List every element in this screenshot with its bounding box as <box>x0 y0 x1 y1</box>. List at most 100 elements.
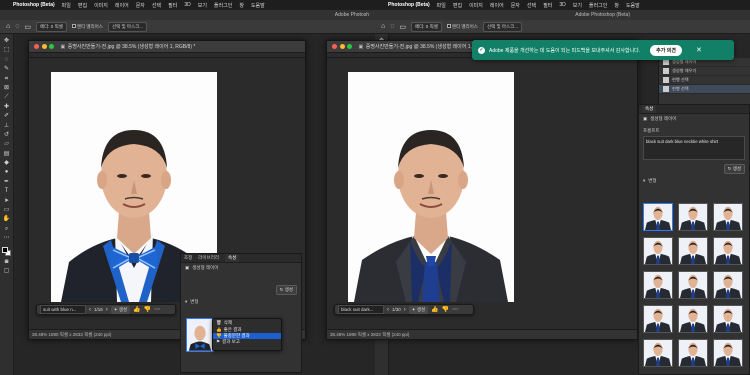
variation-thumbnail[interactable] <box>713 305 743 333</box>
variation-thumbnail[interactable] <box>186 318 214 352</box>
history-brush-icon[interactable]: ↺ <box>4 132 9 138</box>
type-tool-icon[interactable]: T <box>5 188 9 194</box>
lasso-tool-icon[interactable]: ◌ <box>5 57 9 63</box>
color-swatches[interactable] <box>2 246 11 256</box>
tab-libraries[interactable]: 라이브러리 <box>198 255 219 261</box>
variation-thumbnail[interactable] <box>678 203 708 231</box>
minimize-window-icon[interactable] <box>339 44 345 49</box>
menu-layer[interactable]: 레이어 <box>490 2 504 9</box>
panel-generate-button[interactable]: ↻ 생성 <box>723 164 745 174</box>
quick-select-tool-icon[interactable]: ✎ <box>4 66 9 72</box>
menu-plugins[interactable]: 플러그인 <box>589 2 607 9</box>
menu-select[interactable]: 선택 <box>152 2 161 9</box>
feather-field[interactable]: 페더: 0 픽셀 <box>411 21 442 32</box>
close-icon[interactable]: ✕ <box>696 46 702 54</box>
menu-item-report[interactable]: ⚑ 결과 보고 <box>213 339 281 345</box>
stamp-tool-icon[interactable]: ⊥ <box>4 123 9 129</box>
add-selection-icon[interactable]: ▭ <box>399 23 406 31</box>
menu-view[interactable]: 보기 <box>573 2 582 9</box>
document-titlebar[interactable]: ▣ 증명사진만들기-전.jpg @ 38.5% (생성형 레이어 1, RGB/… <box>29 41 305 53</box>
zoom-window-icon[interactable] <box>347 44 352 49</box>
portrait-photo[interactable] <box>348 72 514 302</box>
menu-layer[interactable]: 레이어 <box>115 2 129 9</box>
more-feedback-button[interactable]: 추가 의견 <box>650 44 682 56</box>
next-variation-icon[interactable]: › <box>404 307 406 313</box>
minimize-window-icon[interactable] <box>41 44 47 49</box>
screen-mode-icon[interactable]: ▢ <box>4 268 10 274</box>
more-tools-icon[interactable]: ⋯ <box>4 235 10 241</box>
feather-field[interactable]: 페더: 0 픽셀 <box>36 21 67 32</box>
menu-view[interactable]: 보기 <box>198 2 207 9</box>
menu-type[interactable]: 문자 <box>136 2 145 9</box>
variation-thumbnail[interactable] <box>678 305 708 333</box>
menu-image[interactable]: 이미지 <box>94 2 108 9</box>
home-icon[interactable]: ⌂ <box>6 23 10 30</box>
variation-thumbnail[interactable] <box>713 237 743 265</box>
variation-thumbnail[interactable] <box>678 271 708 299</box>
gradient-tool-icon[interactable]: ▤ <box>4 151 10 157</box>
variation-thumbnail[interactable] <box>678 339 708 367</box>
variation-thumbnail[interactable] <box>713 339 743 367</box>
quick-mask-icon[interactable]: ◙ <box>5 259 9 265</box>
menu-help[interactable]: 도움말 <box>251 2 265 9</box>
prompt-field[interactable]: black suit dark... <box>338 305 384 314</box>
next-variation-icon[interactable]: › <box>106 307 108 313</box>
add-selection-icon[interactable]: ▭ <box>24 23 31 31</box>
eraser-tool-icon[interactable]: ▱ <box>4 141 9 147</box>
thumbs-down-icon[interactable]: 👎 <box>144 306 151 313</box>
variation-thumbnail[interactable] <box>678 237 708 265</box>
zoom-tool-icon[interactable]: ⌕ <box>5 226 8 232</box>
pen-tool-icon[interactable]: ✒ <box>4 179 9 185</box>
menu-edit[interactable]: 편집 <box>453 2 462 9</box>
canvas-area[interactable] <box>327 58 637 329</box>
menubar-app-name[interactable]: Photoshop (Beta) <box>13 2 55 8</box>
close-window-icon[interactable] <box>332 44 337 49</box>
tab-properties[interactable]: 속성 <box>642 105 657 113</box>
healing-tool-icon[interactable]: ✚ <box>4 104 9 110</box>
menu-3d[interactable]: 3D <box>184 2 190 8</box>
select-mask-button[interactable]: 선택 및 마스크... <box>107 21 148 32</box>
generate-button[interactable]: ✦ 생성 <box>408 305 429 314</box>
brush-tool-icon[interactable]: ✐ <box>4 113 9 119</box>
blur-tool-icon[interactable]: ◆ <box>4 160 9 166</box>
variation-thumbnail[interactable] <box>643 305 673 333</box>
menu-select[interactable]: 선택 <box>527 2 536 9</box>
tab-properties[interactable]: 속성 <box>224 254 240 262</box>
menu-type[interactable]: 문자 <box>511 2 520 9</box>
menu-image[interactable]: 이미지 <box>469 2 483 9</box>
dodge-tool-icon[interactable]: ● <box>5 169 9 175</box>
thumbs-up-icon[interactable]: 👍 <box>431 306 438 313</box>
antialias-checkbox[interactable]: 앤티 앨리어스 <box>71 24 103 30</box>
thumbs-up-icon[interactable]: 👍 <box>133 306 140 313</box>
lasso-icon[interactable]: ◌ <box>390 23 394 30</box>
path-select-icon[interactable]: ➤ <box>4 198 9 204</box>
variation-thumbnail[interactable] <box>643 271 673 299</box>
more-options-icon[interactable]: ⋯ <box>452 306 458 313</box>
menu-filter[interactable]: 필터 <box>168 2 177 9</box>
antialias-checkbox[interactable]: 앤티 앨리어스 <box>446 24 478 30</box>
home-icon[interactable]: ⌂ <box>381 23 385 30</box>
variations-header[interactable]: ▾ 변형 <box>639 176 749 186</box>
layer-row[interactable]: 생성형 채우기 <box>659 67 750 76</box>
variation-thumbnail[interactable] <box>643 339 673 367</box>
generate-button[interactable]: ✦ 생성 <box>110 305 131 314</box>
layer-row[interactable]: 현행 선택 <box>659 85 750 94</box>
variation-thumbnail[interactable] <box>643 203 673 231</box>
menu-filter[interactable]: 필터 <box>543 2 552 9</box>
prev-variation-icon[interactable]: ‹ <box>89 307 91 313</box>
prompt-field[interactable]: suit with blue n... <box>40 305 86 314</box>
frame-tool-icon[interactable]: ⊠ <box>4 85 9 91</box>
lasso-icon[interactable]: ◌ <box>15 23 19 30</box>
variations-header[interactable]: ▾ 변형 <box>181 297 301 307</box>
layer-row[interactable]: 현행 선택 <box>659 76 750 85</box>
eyedropper-tool-icon[interactable]: ⟋ <box>4 94 8 100</box>
crop-tool-icon[interactable]: ⌗ <box>5 76 8 82</box>
menu-edit[interactable]: 편집 <box>78 2 87 9</box>
menu-file[interactable]: 파일 <box>437 2 446 9</box>
more-options-icon[interactable]: ⋯ <box>154 306 160 313</box>
menu-3d[interactable]: 3D <box>559 2 565 8</box>
variation-thumbnail[interactable] <box>713 271 743 299</box>
zoom-window-icon[interactable] <box>49 44 54 49</box>
panel-generate-button[interactable]: ↻ 생성 <box>275 285 297 295</box>
marquee-tool-icon[interactable]: ⬚ <box>4 47 10 53</box>
